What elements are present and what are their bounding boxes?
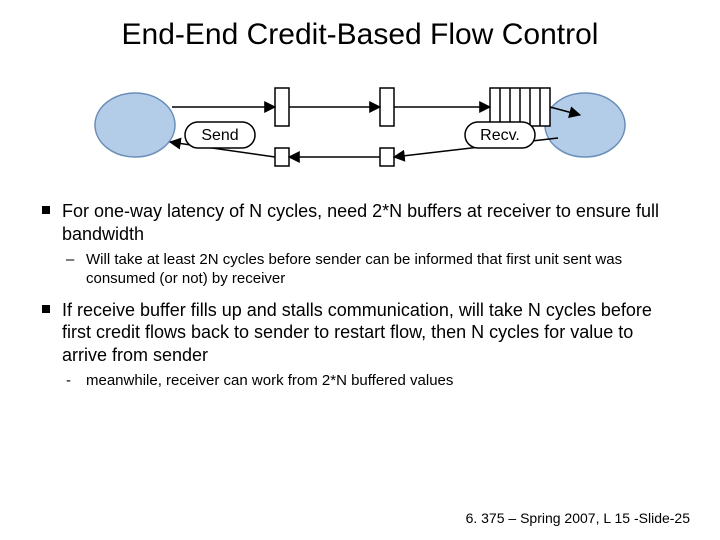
fwd-stage-2 bbox=[380, 88, 394, 126]
send-label: Send bbox=[201, 127, 238, 144]
bullet-2-sub-1: meanwhile, receiver can work from 2*N bu… bbox=[62, 372, 680, 391]
receiver-buffer bbox=[490, 88, 550, 126]
slide-title: End-End Credit-Based Flow Control bbox=[0, 18, 720, 52]
recv-label: Recv. bbox=[480, 127, 520, 144]
ret-stage-2 bbox=[380, 148, 394, 166]
slide-footer: 6. 375 – Spring 2007, L 15 -Slide-25 bbox=[466, 510, 690, 526]
bullet-list: For one-way latency of N cycles, need 2*… bbox=[40, 200, 680, 401]
sender-node bbox=[95, 93, 175, 157]
bullet-2-text: If receive buffer fills up and stalls co… bbox=[62, 300, 652, 365]
bullet-1-sub-1: Will take at least 2N cycles before send… bbox=[62, 251, 680, 289]
flow-diagram: Send Recv. bbox=[80, 70, 640, 180]
bullet-1-text: For one-way latency of N cycles, need 2*… bbox=[62, 201, 659, 244]
receiver-node bbox=[545, 93, 625, 157]
ret-stage-1 bbox=[275, 148, 289, 166]
bullet-1: For one-way latency of N cycles, need 2*… bbox=[40, 200, 680, 289]
bullet-2: If receive buffer fills up and stalls co… bbox=[40, 299, 680, 391]
fwd-stage-1 bbox=[275, 88, 289, 126]
